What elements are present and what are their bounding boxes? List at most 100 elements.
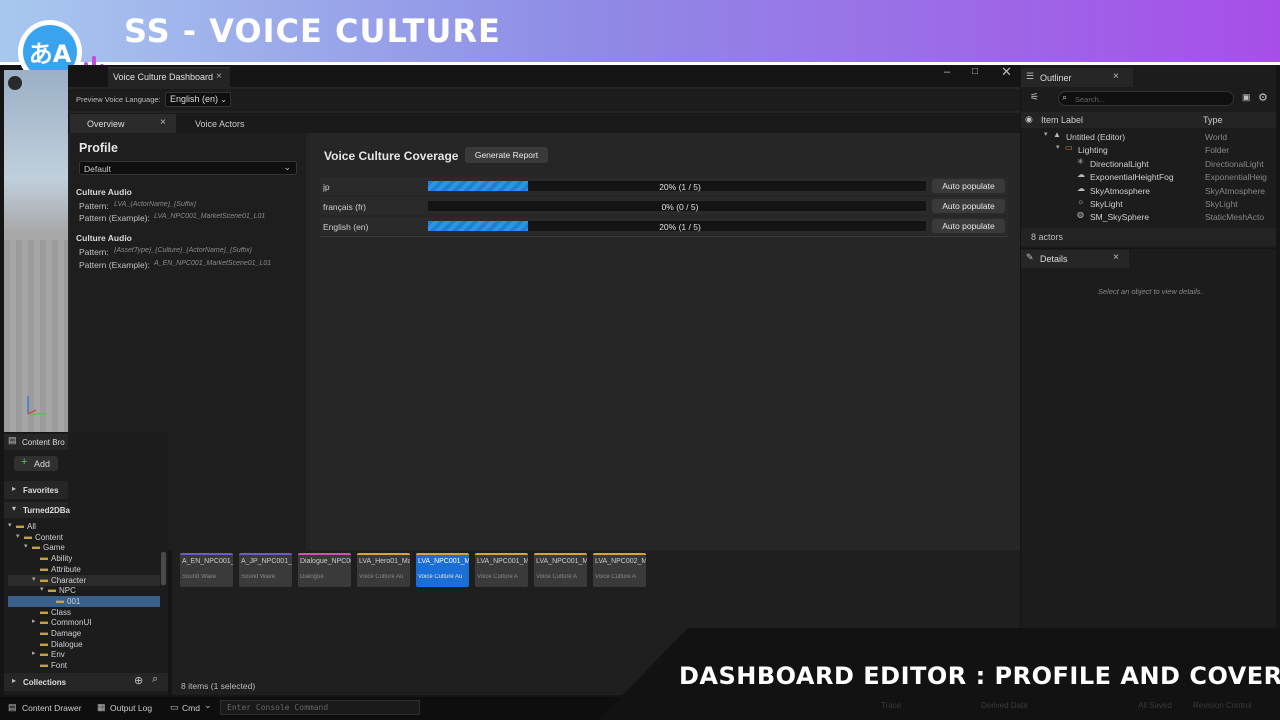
all-saved-status[interactable]: All Saved — [1138, 701, 1172, 710]
outliner-row[interactable]: ▾ ▭ Lighting Folder — [1021, 143, 1276, 156]
project-root-header[interactable]: ▾ Turned2DBa — [4, 502, 70, 518]
auto-populate-button[interactable]: Auto populate — [932, 179, 1005, 193]
close-icon[interactable]: × — [216, 71, 222, 82]
outliner-row[interactable]: ▾ ▲ Untitled (Editor) World — [1021, 130, 1276, 143]
section-title: Culture Audio — [76, 233, 132, 243]
actor-icon: ☼ — [1077, 197, 1085, 206]
gear-icon[interactable]: ⚙ — [1258, 91, 1268, 104]
tree-scrollbar[interactable] — [161, 552, 166, 585]
asset-tile[interactable]: LVA_NPC001_Market Voice Culture A — [475, 553, 528, 587]
folder-tree-item[interactable]: ▾ ▬ Game — [8, 542, 160, 553]
caret-icon[interactable]: ▾ — [16, 532, 20, 540]
search-icon[interactable]: ⌕ — [152, 673, 158, 686]
asset-name: A_EN_NPC001_Market — [182, 558, 233, 565]
folder-icon: ▬ — [40, 628, 48, 637]
asset-tile[interactable]: A_JP_NPC001_Market Sound Wave — [239, 553, 292, 587]
outliner-row[interactable]: ☼ SkyLight SkyLight — [1021, 197, 1276, 210]
favorites-header[interactable]: ▸ Favorites — [4, 481, 68, 499]
folder-tree-item[interactable]: ▬ Font — [8, 660, 160, 671]
add-collection-icon[interactable]: ⊕ — [134, 674, 143, 687]
window-close-icon[interactable]: ✕ — [1001, 64, 1012, 80]
viewport-menu-icon[interactable] — [8, 76, 22, 90]
tab-overview[interactable]: Overview × — [70, 114, 176, 133]
folder-icon: ▤ — [8, 435, 17, 445]
content-drawer-button[interactable]: Content Drawer — [22, 703, 82, 713]
auto-populate-button[interactable]: Auto populate — [932, 199, 1005, 213]
filter-icon[interactable]: ⚟ — [1030, 92, 1039, 103]
generate-report-button[interactable]: Generate Report — [465, 147, 548, 163]
coverage-progress-fill — [428, 221, 528, 231]
outliner-row[interactable]: ✳ DirectionalLight DirectionalLight — [1021, 157, 1276, 170]
folder-tree-item[interactable]: ▬ Ability — [8, 553, 160, 564]
minimize-icon[interactable]: – — [944, 66, 950, 78]
derived-data-button[interactable]: Derived Data — [981, 701, 1028, 710]
caret-icon[interactable]: ▾ — [24, 542, 28, 550]
outliner-row[interactable]: ☁ ExponentialHeightFog ExponentialHeig — [1021, 170, 1276, 183]
column-item-label[interactable]: Item Label — [1041, 115, 1083, 125]
asset-tile[interactable]: LVA_NPC001_Market Voice Culture Au — [416, 553, 469, 587]
close-icon[interactable]: × — [1113, 71, 1119, 82]
folder-tree-item[interactable]: ▸ ▬ Env — [8, 649, 160, 660]
caret-down-icon[interactable]: ▾ — [1056, 143, 1060, 151]
asset-tile[interactable]: A_EN_NPC001_Market Sound Wave — [180, 553, 233, 587]
folder-tree-item[interactable]: ▬ Damage — [8, 628, 160, 639]
caret-icon[interactable]: ▾ — [32, 575, 36, 583]
output-log-button[interactable]: Output Log — [110, 703, 152, 713]
project-root-label: Turned2DBa — [23, 506, 70, 515]
folder-tree-item[interactable]: ▾ ▬ NPC — [8, 585, 160, 596]
asset-tile[interactable]: LVA_NPC002_Market Voice Culture A — [593, 553, 646, 587]
caret-down-icon[interactable]: ▾ — [1044, 130, 1048, 138]
caret-right-icon: ▸ — [12, 676, 17, 685]
profile-select[interactable]: Default ⌄ — [79, 161, 297, 175]
eye-icon[interactable]: ◉ — [1025, 114, 1033, 125]
trace-button[interactable]: Trace — [881, 701, 901, 710]
caret-icon[interactable]: ▾ — [40, 585, 44, 593]
outliner-item-type: World — [1205, 132, 1228, 142]
caret-icon[interactable]: ▸ — [32, 649, 36, 657]
asset-name: LVA_NPC001_Market — [536, 558, 587, 565]
outliner-row[interactable]: ◍ SM_SkySphere StaticMeshActo — [1021, 210, 1276, 223]
favorites-label: Favorites — [23, 486, 59, 495]
cmd-dropdown[interactable]: Cmd — [182, 703, 200, 713]
outliner-item-label: SkyAtmosphere — [1090, 185, 1150, 196]
tab-content-browser[interactable]: ▤ Content Bro — [4, 434, 68, 450]
collections-header[interactable]: ▸ Collections ⊕ ⌕ — [4, 673, 168, 691]
caret-icon[interactable]: ▾ — [8, 521, 12, 529]
folder-tree-label: All — [27, 522, 36, 531]
add-button[interactable]: + Add — [14, 456, 58, 471]
level-viewport[interactable] — [4, 70, 68, 432]
outliner-search-input[interactable]: ⌕ Search... — [1058, 91, 1234, 106]
dashboard-tab[interactable]: Voice Culture Dashboard × — [108, 67, 230, 87]
add-folder-icon[interactable]: ▣ — [1242, 92, 1251, 103]
folder-tree-item[interactable]: ▾ ▬ Character — [8, 574, 160, 586]
coverage-panel — [310, 133, 1020, 550]
pattern-value: {AssetType}_{Culture}_{ActorName}_{Suffi… — [114, 247, 253, 254]
auto-populate-button[interactable]: Auto populate — [932, 219, 1005, 233]
tab-details[interactable]: ✎ Details × — [1021, 250, 1129, 268]
folder-tree-item[interactable]: ▬ Class — [8, 607, 160, 618]
console-placeholder: Enter Console Command — [227, 703, 329, 712]
asset-tile[interactable]: LVA_NPC001_Market Voice Culture A — [534, 553, 587, 587]
console-input[interactable]: Enter Console Command — [220, 700, 420, 715]
folder-tree-item[interactable]: ▬ 001 — [8, 595, 160, 607]
folder-tree-item[interactable]: ▸ ▬ CommonUI — [8, 617, 160, 628]
outliner-footer: 8 actors — [1021, 228, 1276, 246]
column-type[interactable]: Type — [1203, 115, 1223, 125]
outliner-row[interactable]: ☁ SkyAtmosphere SkyAtmosphere — [1021, 184, 1276, 197]
folder-tree-item[interactable]: ▬ Dialogue — [8, 639, 160, 650]
close-icon[interactable]: × — [160, 117, 166, 128]
collections-label: Collections — [23, 678, 67, 687]
folder-tree-item[interactable]: ▬ Attribute — [8, 564, 160, 575]
tab-voice-actors[interactable]: Voice Actors — [195, 119, 245, 129]
asset-tile[interactable]: LVA_Hero01_Market Voice Culture Au — [357, 553, 410, 587]
close-icon[interactable]: × — [1113, 252, 1119, 263]
asset-tile[interactable]: Dialogue_NPC001_ Dialogue — [298, 553, 351, 587]
maximize-icon[interactable]: □ — [972, 66, 978, 77]
revision-control-button[interactable]: Revision Control — [1193, 701, 1252, 710]
tab-outliner[interactable]: ☰ Outliner × — [1021, 68, 1133, 87]
folder-tree-item[interactable]: ▾ ▬ All — [8, 521, 160, 532]
caret-icon[interactable]: ▸ — [32, 617, 36, 625]
preview-language-select[interactable]: English (en) ⌄ — [165, 92, 231, 107]
outliner-icon: ☰ — [1026, 71, 1035, 81]
folder-tree-item[interactable]: ▾ ▬ Content — [8, 532, 160, 543]
